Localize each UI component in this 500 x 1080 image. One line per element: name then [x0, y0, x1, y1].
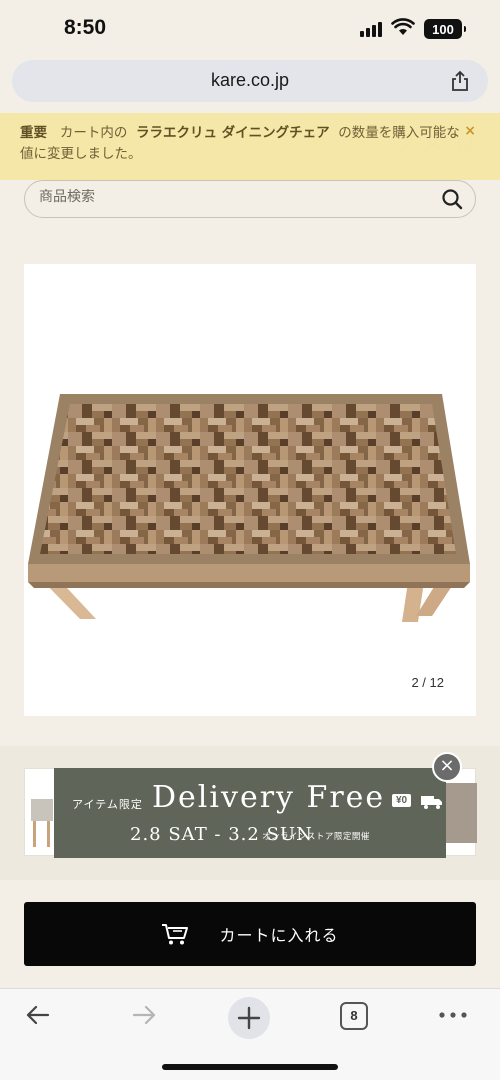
search-icon[interactable]	[441, 188, 463, 210]
status-time: 8:50	[64, 16, 107, 39]
truck-icon	[421, 796, 442, 809]
wifi-icon	[391, 18, 415, 35]
plus-icon	[237, 1006, 261, 1030]
add-to-cart-label: カートに入れる	[219, 926, 339, 945]
notice-label: 重要	[20, 125, 47, 141]
promo-tag: アイテム限定	[72, 798, 143, 811]
cart-update-notice: 重要 カート内の ララエクリュ ダイニングチェア の数量を購入可能な値に変更しま…	[0, 113, 500, 180]
add-to-cart-button[interactable]: カートに入れる	[24, 902, 476, 966]
notice-close-button[interactable]: ×	[464, 121, 476, 142]
url-text[interactable]: kare.co.jp	[12, 70, 488, 91]
promo-headline: Delivery Free	[152, 780, 386, 815]
product-image	[28, 394, 470, 622]
more-options-icon[interactable]	[438, 1011, 468, 1019]
home-indicator	[162, 1064, 338, 1070]
tabs-button[interactable]: 8	[340, 1002, 368, 1030]
search-bar[interactable]	[24, 180, 476, 218]
product-image-gallery[interactable]: 2 / 12	[24, 264, 476, 716]
battery-icon: 100	[424, 19, 466, 39]
promo-badge: ¥0	[392, 794, 412, 807]
notice-text-before: カート内の	[59, 125, 128, 141]
battery-level: 100	[432, 21, 454, 37]
promo-subtext: オンラインストア限定開催	[262, 832, 370, 842]
back-arrow-icon[interactable]	[24, 1001, 52, 1029]
forward-arrow-icon[interactable]	[130, 1001, 158, 1029]
promo-close-button[interactable]: ×	[432, 752, 462, 782]
new-tab-button[interactable]	[228, 997, 270, 1039]
cart-icon	[162, 924, 189, 945]
search-input[interactable]	[39, 189, 419, 205]
status-bar: 8:50 100	[0, 0, 500, 58]
notice-item-name: ララエクリュ ダイニングチェア	[135, 125, 330, 141]
cellular-signal-icon	[360, 22, 382, 37]
address-bar[interactable]: kare.co.jp	[12, 60, 488, 102]
share-icon[interactable]	[450, 70, 470, 92]
image-counter: 2 / 12	[411, 675, 444, 690]
delivery-free-promo-banner[interactable]: アイテム限定 Delivery Free ¥0 2.8 SAT - 3.2 SU…	[54, 768, 446, 858]
